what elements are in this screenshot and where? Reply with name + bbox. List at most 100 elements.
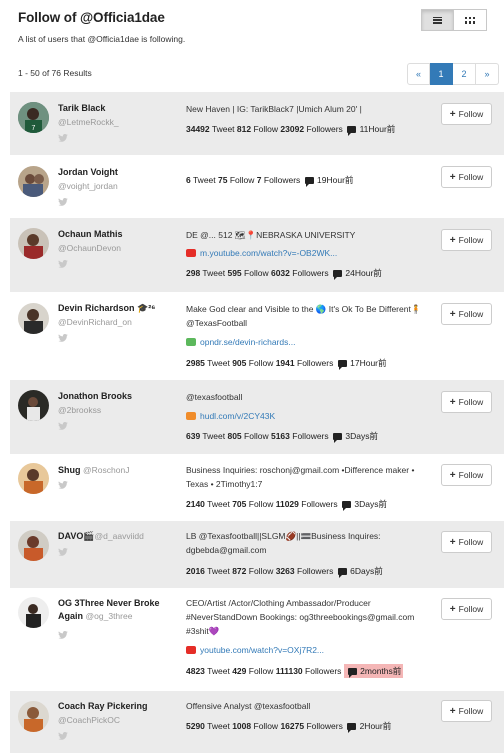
- follow-button[interactable]: + Follow: [441, 303, 492, 325]
- user-stats: 34492 Tweet 812 Follow 23092 Followers 1…: [186, 124, 396, 136]
- view-toggle: [421, 9, 487, 31]
- user-name[interactable]: Tarik Black: [58, 102, 176, 115]
- user-handle[interactable]: @voight_jordan: [58, 181, 118, 191]
- twitter-icon[interactable]: [58, 732, 68, 740]
- user-description: Offensive Analyst @texasfootball: [186, 701, 311, 711]
- pagination: « 1 2 »: [407, 63, 499, 85]
- user-name[interactable]: Coach Ray Pickering: [58, 700, 176, 713]
- follow-button[interactable]: + Follow: [441, 700, 492, 722]
- user-stats: 2016 Tweet 872 Follow 3263 Followers 6Da…: [186, 566, 383, 578]
- pagination-prev[interactable]: «: [407, 63, 430, 85]
- follow-button[interactable]: + Follow: [441, 229, 492, 251]
- page-subtitle: A list of users that @Officia1dae is fol…: [18, 34, 186, 44]
- avatar[interactable]: [18, 530, 49, 561]
- grid-view-button[interactable]: [454, 9, 487, 31]
- last-active: 6Days前: [350, 566, 383, 576]
- user-description: New Haven | IG: TarikBlack7 |Umich Alum …: [186, 104, 362, 114]
- youtube-icon: [186, 249, 196, 257]
- follow-button[interactable]: + Follow: [441, 166, 492, 188]
- user-name[interactable]: DAVO🎬@d_aavviidd: [58, 530, 176, 543]
- comment-icon: [347, 126, 357, 136]
- user-stats: 298 Tweet 595 Follow 6032 Followers 24Ho…: [186, 268, 382, 280]
- last-active: 3Days前: [354, 499, 387, 509]
- list-view-button[interactable]: [421, 9, 454, 31]
- user-name[interactable]: Jordan Voight: [58, 166, 176, 179]
- user-stats: 639 Tweet 805 Follow 5163 Followers 3Day…: [186, 431, 378, 443]
- user-handle[interactable]: @CoachPickOC: [58, 715, 120, 725]
- page-header: Follow of @Officia1dae A list of users t…: [0, 0, 504, 58]
- avatar[interactable]: [18, 166, 49, 197]
- comment-icon: [342, 501, 351, 511]
- list-item: Coach Ray Pickering @CoachPickOC Offensi…: [10, 691, 504, 753]
- twitter-icon[interactable]: [58, 260, 68, 268]
- pagination-next[interactable]: »: [476, 63, 499, 85]
- last-active: 17Hour前: [350, 358, 387, 368]
- list-item: DAVO🎬@d_aavviidd LB @Texasfootball||SLGM…: [10, 521, 504, 588]
- comment-icon: [337, 568, 347, 578]
- last-active: 3Days前: [345, 431, 378, 441]
- list-icon: [433, 16, 442, 24]
- user-description: Make God clear and Visible to the 🌎 It's…: [186, 304, 422, 328]
- follow-button[interactable]: + Follow: [441, 464, 492, 486]
- avatar[interactable]: [18, 597, 49, 628]
- user-description: DE @... 512 🗺📍NEBRASKA UNIVERSITY: [186, 230, 356, 240]
- follow-button[interactable]: + Follow: [441, 531, 492, 553]
- user-handle[interactable]: @OchaunDevon: [58, 243, 121, 253]
- user-name[interactable]: Ochaun Mathis: [58, 228, 176, 241]
- follow-button[interactable]: + Follow: [441, 103, 492, 125]
- user-stats: 6 Tweet 75 Follow 7 Followers 19Hour前: [186, 175, 354, 187]
- comment-icon: [347, 668, 357, 678]
- list-item: Devin Richardson 🎓²⁶ @DevinRichard_on Ma…: [10, 292, 504, 380]
- user-handle[interactable]: @2brookss: [58, 405, 101, 415]
- avatar[interactable]: [18, 303, 49, 334]
- pagination-page-2[interactable]: 2: [453, 63, 476, 85]
- user-link[interactable]: m.youtube.com/watch?v=-OB2WK...: [186, 248, 337, 258]
- twitter-icon[interactable]: [58, 548, 68, 556]
- list-item: Jordan Voight @voight_jordan 6 Tweet 75 …: [10, 155, 504, 218]
- follow-button[interactable]: + Follow: [441, 598, 492, 620]
- twitter-icon[interactable]: [58, 134, 68, 142]
- list-item: 7 Tarik Black @LetmeRockk_ New Haven | I…: [10, 92, 504, 155]
- last-active: 24Hour前: [345, 268, 382, 278]
- twitter-icon[interactable]: [58, 198, 68, 206]
- list-item: OG 3Three Never Broke Again @og_3three C…: [10, 588, 504, 691]
- user-name[interactable]: Shug @RoschonJ: [58, 464, 176, 477]
- youtube-icon: [186, 646, 196, 654]
- user-handle[interactable]: @DevinRichard_on: [58, 317, 132, 327]
- user-description: @texasfootball: [186, 392, 243, 402]
- user-link[interactable]: youtube.com/watch?v=OXj7R2...: [186, 645, 324, 655]
- svg-text:7: 7: [32, 125, 36, 132]
- follow-button[interactable]: + Follow: [441, 391, 492, 413]
- last-active: 2Hour前: [359, 721, 392, 731]
- last-active: 2months前: [360, 666, 402, 676]
- twitter-icon[interactable]: [58, 631, 68, 639]
- user-list: 7 Tarik Black @LetmeRockk_ New Haven | I…: [10, 92, 504, 753]
- twitter-icon[interactable]: [58, 334, 68, 342]
- chart-icon: [186, 338, 196, 346]
- user-stats: 2985 Tweet 905 Follow 1941 Followers 17H…: [186, 358, 387, 370]
- comment-icon: [333, 433, 343, 443]
- user-description: LB @Texasfootball||SLGM🏈||🟰Business Inqu…: [186, 531, 381, 555]
- user-stats: 2140 Tweet 705 Follow 11029 Followers 3D…: [186, 499, 387, 511]
- avatar[interactable]: [18, 228, 49, 259]
- results-count: 1 - 50 of 76 Results: [18, 68, 92, 78]
- user-name[interactable]: OG 3Three Never Broke Again @og_3three: [58, 597, 176, 623]
- twitter-icon[interactable]: [58, 481, 68, 489]
- avatar[interactable]: [18, 701, 49, 732]
- comment-icon: [304, 177, 314, 187]
- twitter-icon[interactable]: [58, 422, 68, 430]
- user-name[interactable]: Jonathon Brooks: [58, 390, 176, 403]
- user-name[interactable]: Devin Richardson 🎓²⁶: [58, 302, 176, 315]
- user-link[interactable]: hudl.com/v/2CY43K: [186, 411, 275, 421]
- comment-icon: [347, 723, 357, 733]
- avatar[interactable]: 7: [18, 102, 49, 133]
- avatar[interactable]: [18, 390, 49, 421]
- pagination-page-1[interactable]: 1: [430, 63, 453, 85]
- user-description: CEO/Artist /Actor/Clothing Ambassador/Pr…: [186, 598, 415, 636]
- user-link[interactable]: opndr.se/devin-richards...: [186, 337, 295, 347]
- hudl-icon: [186, 412, 196, 420]
- user-handle[interactable]: @LetmeRockk_: [58, 117, 119, 127]
- user-description: Business Inquiries: roschonj@gmail.com •…: [186, 465, 415, 489]
- user-stats: 4823 Tweet 429 Follow 111130 Followers 2…: [186, 664, 404, 678]
- avatar[interactable]: [18, 463, 49, 494]
